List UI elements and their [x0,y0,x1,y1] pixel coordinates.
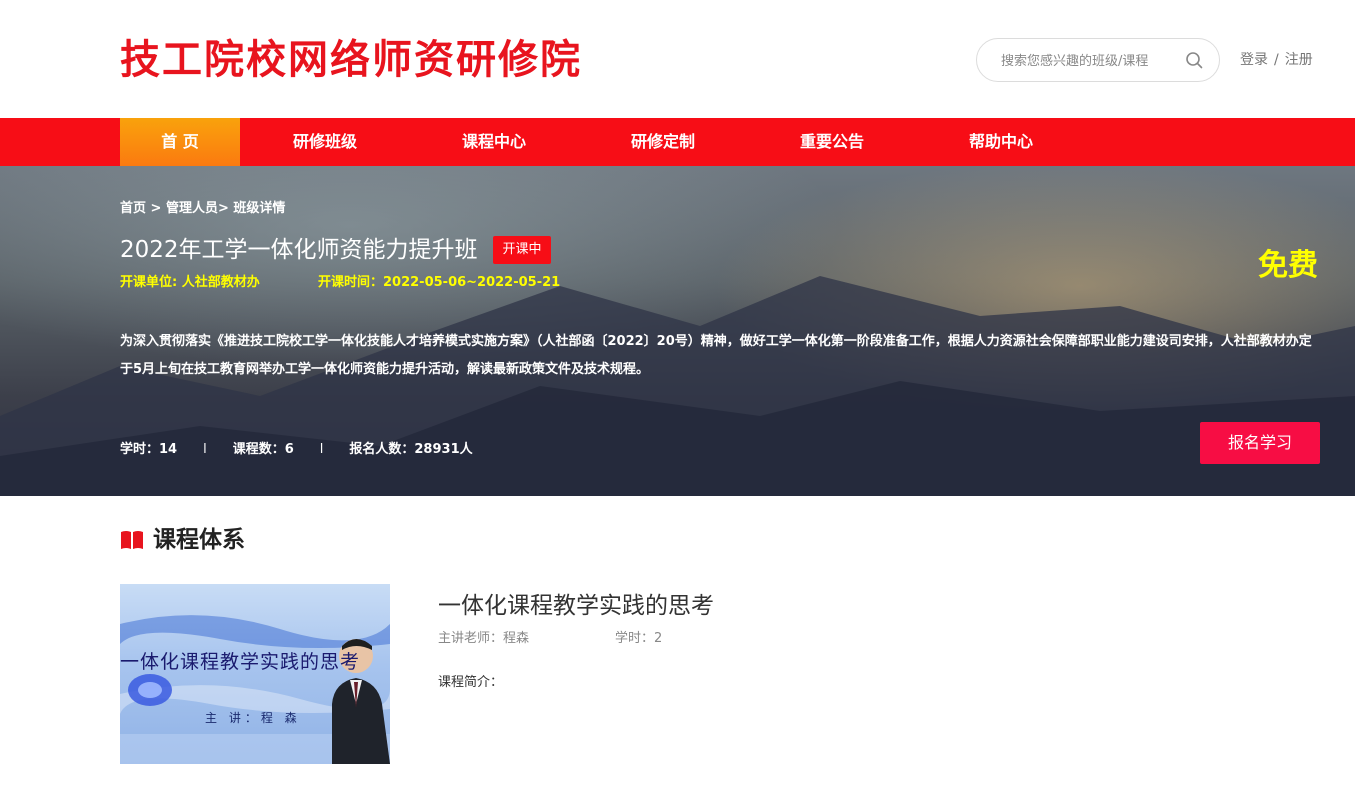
site-logo[interactable]: 技工院校网络师资研修院 [120,34,582,86]
course-thumbnail[interactable]: 一体化课程教学实践的思考 主 讲：程 森 [120,584,390,764]
class-enrolled-count: 报名人数：28931人 [349,442,473,457]
search-input[interactable] [1001,50,1171,72]
breadcrumb[interactable]: 首页 > 管理人员> 班级详情 [120,200,285,218]
class-stats: 学时：14 l 课程数：6 l 报名人数：28931人 [120,441,473,459]
class-hours: 学时：14 [120,442,178,457]
class-banner: 首页 > 管理人员> 班级详情 2022年工学一体化师资能力提升班 开课中 开课… [0,166,1355,496]
auth-separator: / [1274,52,1279,68]
nav-item-help[interactable]: 帮助中心 [941,118,1061,166]
enroll-button[interactable]: 报名学习 [1200,422,1320,464]
class-course-count: 课程数：6 [232,442,294,457]
class-organizer: 开课单位: 人社部教材办 [120,275,260,290]
class-description: 为深入贯彻落实《推进技工院校工学一体化技能人才培养模式实施方案》（人社部函〔20… [120,334,1312,377]
site-header: 技工院校网络师资研修院 登录 / 注册 [0,0,1355,118]
nav-item-announcements[interactable]: 重要公告 [772,118,892,166]
book-icon [121,531,143,549]
search-icon[interactable] [1184,50,1204,70]
class-period: 开课时间：2022-05-06~2022-05-21 [318,275,561,290]
course-title[interactable]: 一体化课程教学实践的思考 [438,590,714,622]
class-title: 2022年工学一体化师资能力提升班 [120,237,478,263]
login-link[interactable]: 登录 [1240,52,1268,68]
auth-links: 登录 / 注册 [1240,50,1313,70]
status-badge: 开课中 [493,236,551,264]
main-nav: 首 页 研修班级 课程中心 研修定制 重要公告 帮助中心 [0,118,1355,166]
stats-divider: l [203,442,207,457]
stats-divider: l [319,442,324,457]
nav-item-home[interactable]: 首 页 [120,118,240,166]
thumbnail-background-art [120,615,390,764]
nav-item-custom-training[interactable]: 研修定制 [603,118,723,166]
course-teacher: 主讲老师：程森 [438,631,530,646]
nav-item-classes[interactable]: 研修班级 [265,118,385,166]
class-price: 免费 [1258,248,1318,283]
register-link[interactable]: 注册 [1285,52,1313,68]
nav-item-course-center[interactable]: 课程中心 [434,118,554,166]
thumbnail-title: 一体化课程教学实践的思考 [120,651,361,673]
course-intro-label: 课程简介： [438,675,504,690]
thumbnail-speaker: 主 讲：程 森 [205,711,301,725]
course-hours: 学时：2 [615,631,663,646]
section-title: 课程体系 [153,527,245,553]
